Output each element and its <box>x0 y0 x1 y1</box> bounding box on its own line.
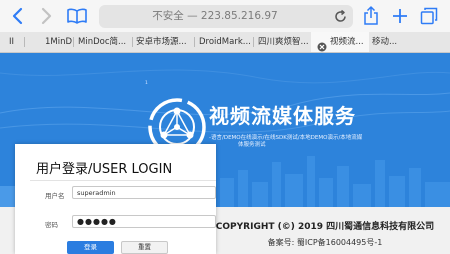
username-input[interactable]: superadmin <box>72 186 216 199</box>
tab-mobile[interactable]: 移动... <box>372 32 412 52</box>
new-tab-icon[interactable] <box>392 5 408 27</box>
brand-subtitle-line1: -语言/DEMO在线演示/在线SDK测试/本地DEMO演示/本地流媒 <box>209 135 363 141</box>
copyright-text: COPYRIGHT (©) 2019 四川蜀通信息科技有限公司 <box>215 222 435 232</box>
tab-divider <box>253 37 254 47</box>
tab-strip: II 1MinD MinDoc简... 安卓市场源... DroidMark..… <box>0 32 450 53</box>
password-input[interactable]: ●●●●● <box>72 215 216 228</box>
login-title: 用户登录/USER LOGIN <box>36 162 173 177</box>
reset-button[interactable]: 重置 <box>121 241 168 254</box>
tab-overview-icon[interactable] <box>420 5 438 27</box>
share-icon[interactable] <box>362 5 380 27</box>
browser-toolbar: 不安全 — 223.85.216.97 <box>0 0 450 32</box>
forward-icon[interactable] <box>38 5 56 27</box>
address-text: 不安全 — 223.85.216.97 <box>152 10 278 22</box>
tab-droidmark[interactable]: DroidMark... <box>199 32 251 52</box>
bookmarks-icon[interactable] <box>66 5 88 27</box>
login-button[interactable]: 登录 <box>67 241 114 254</box>
tab-divider <box>24 37 25 47</box>
tab-android-market[interactable]: 安卓市场源... <box>136 32 192 52</box>
reload-icon[interactable] <box>333 9 348 24</box>
hero-fragment-text: 1 <box>145 81 148 86</box>
address-bar[interactable]: 不安全 — 223.85.216.97 <box>99 5 353 28</box>
close-tab-icon[interactable] <box>317 37 327 52</box>
tab-divider <box>194 37 195 47</box>
brand-subtitle-line2: 体服务测试 <box>238 142 266 148</box>
tab-1mind[interactable]: 1MinD <box>45 32 75 52</box>
tab-pinned[interactable]: II <box>9 32 17 52</box>
tab-label: 视频流... <box>330 37 364 47</box>
login-panel: 用户登录/USER LOGIN 用户名 superadmin 密码 ●●●●● … <box>15 144 216 254</box>
username-label: 用户名 <box>45 192 65 200</box>
login-divider <box>30 180 216 181</box>
tab-divider <box>132 37 133 47</box>
tab-divider <box>73 37 74 47</box>
brand-title: 视频流媒体服务 <box>209 104 356 128</box>
icp-record-text: 备案号: 蜀ICP备16004495号-1 <box>267 238 383 247</box>
password-label: 密码 <box>45 221 58 229</box>
tab-mindoc[interactable]: MinDoc简... <box>78 32 128 52</box>
tab-sichuan[interactable]: 四川爽烦智... <box>258 32 308 52</box>
back-icon[interactable] <box>8 5 26 27</box>
